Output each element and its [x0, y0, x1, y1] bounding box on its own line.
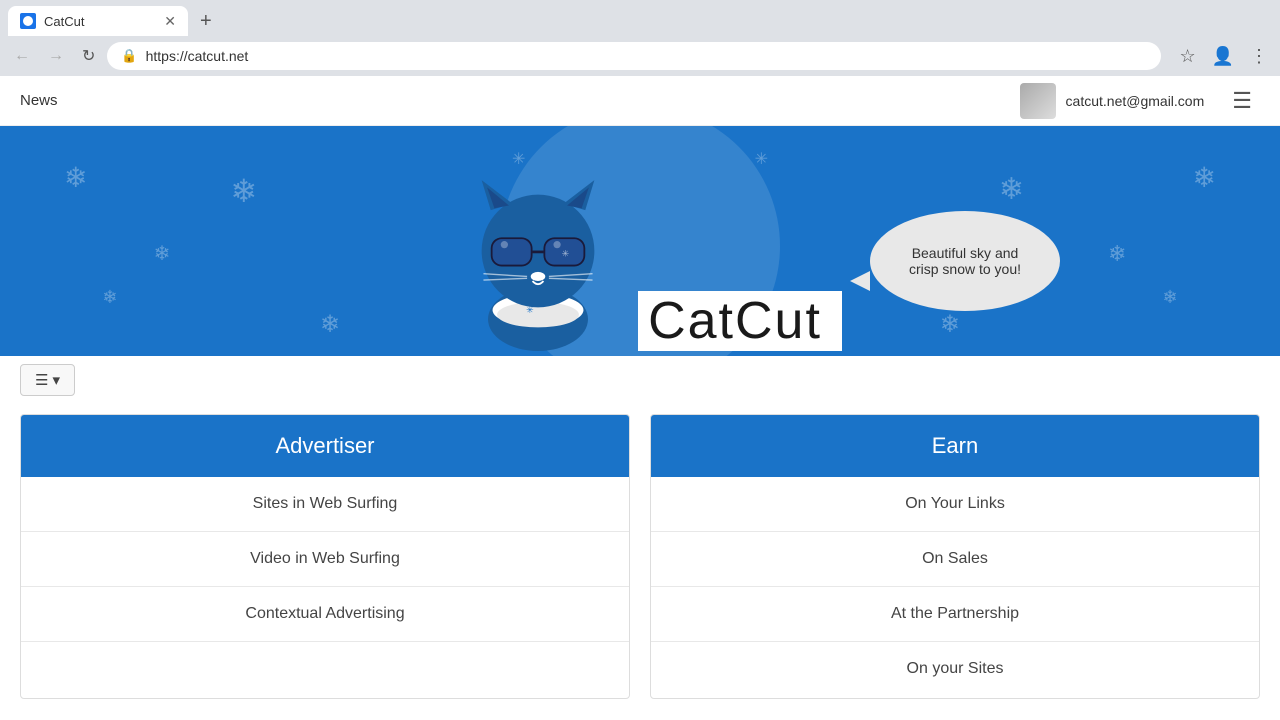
- snowflake: ❄: [940, 310, 960, 339]
- snowflake: ❄: [154, 241, 171, 266]
- forward-button[interactable]: →: [42, 43, 70, 69]
- cat-logo: ✳ ✳: [438, 151, 638, 351]
- tab-title: CatCut: [44, 14, 84, 29]
- snowflake: ❄: [1108, 241, 1126, 267]
- nav-user-area: catcut.net@gmail.com ☰: [1020, 83, 1260, 119]
- user-email: catcut.net@gmail.com: [1066, 93, 1205, 109]
- active-tab[interactable]: CatCut ✕: [8, 6, 188, 36]
- snowflake: ❄: [320, 310, 340, 339]
- advertiser-row-sites[interactable]: Sites in Web Surfing: [21, 477, 629, 532]
- advertiser-card-header: Advertiser: [21, 415, 629, 477]
- browser-chrome: CatCut ✕ + ← → ↻ 🔒 https://catcut.net ☆ …: [0, 0, 1280, 76]
- cat-svg: ✳ ✳: [438, 151, 638, 351]
- snowflake: ❄: [999, 172, 1024, 207]
- earn-row-sales-label: On Sales: [922, 550, 988, 567]
- snowflake: ❄: [64, 161, 87, 194]
- advertiser-card: Advertiser Sites in Web Surfing Video in…: [20, 414, 630, 699]
- advertiser-row-video-label: Video in Web Surfing: [250, 550, 400, 567]
- earn-row-links[interactable]: On Your Links: [651, 477, 1259, 532]
- advertiser-row-empty: [21, 642, 629, 698]
- back-button[interactable]: ←: [8, 43, 36, 69]
- new-tab-button[interactable]: +: [192, 8, 220, 35]
- svg-text:✳: ✳: [526, 305, 534, 315]
- bookmark-button[interactable]: ☆: [1175, 42, 1199, 71]
- speech-bubble-text: Beautiful sky and crisp snow to you!: [909, 245, 1021, 277]
- earn-row-partnership[interactable]: At the Partnership: [651, 587, 1259, 642]
- menu-bar: ☰ ▾: [0, 356, 1280, 404]
- nav-news-link[interactable]: News: [20, 92, 58, 109]
- hero-banner: ❄ ❄ ❄ ❄ ❄ ❄ ❄ ❄ ❄ ❄ ✳ ✳: [0, 126, 1280, 356]
- hamburger-menu-button[interactable]: ☰: [1224, 84, 1260, 118]
- earn-row-sites-label: On your Sites: [907, 660, 1004, 677]
- url-bar[interactable]: 🔒 https://catcut.net: [107, 42, 1161, 70]
- advertiser-row-contextual[interactable]: Contextual Advertising: [21, 587, 629, 642]
- url-text: https://catcut.net: [146, 48, 249, 64]
- earn-card: Earn On Your Links On Sales At the Partn…: [650, 414, 1260, 699]
- earn-row-sales[interactable]: On Sales: [651, 532, 1259, 587]
- menu-toggle-arrow: ▾: [52, 371, 60, 389]
- page-content: News catcut.net@gmail.com ☰ ❄ ❄ ❄ ❄ ❄ ❄ …: [0, 76, 1280, 720]
- address-icons: ☆ 👤 ⋮: [1175, 42, 1272, 71]
- avatar-image: [1020, 83, 1056, 119]
- advertiser-row-video[interactable]: Video in Web Surfing: [21, 532, 629, 587]
- lock-icon: 🔒: [121, 48, 137, 64]
- top-nav: News catcut.net@gmail.com ☰: [0, 76, 1280, 126]
- menu-toggle-button[interactable]: ☰ ▾: [20, 364, 75, 396]
- earn-row-links-label: On Your Links: [905, 495, 1005, 512]
- menu-button[interactable]: ⋮: [1246, 42, 1272, 71]
- tables-area: Advertiser Sites in Web Surfing Video in…: [0, 414, 1280, 699]
- brand-name: CatCut: [638, 291, 842, 351]
- tab-close-button[interactable]: ✕: [164, 13, 176, 30]
- svg-text:✳: ✳: [562, 248, 570, 258]
- earn-row-sites[interactable]: On your Sites: [651, 642, 1259, 696]
- menu-toggle-icon: ☰: [35, 371, 48, 389]
- earn-row-partnership-label: At the Partnership: [891, 605, 1019, 622]
- address-bar: ← → ↻ 🔒 https://catcut.net ☆ 👤 ⋮: [0, 36, 1280, 76]
- snowflake: ❄: [102, 287, 117, 308]
- profile-button[interactable]: 👤: [1208, 42, 1238, 71]
- avatar: [1020, 83, 1056, 119]
- hero-content: ✳ ✳ CatCut: [438, 131, 842, 351]
- snowflake: ❄: [1163, 287, 1178, 308]
- tab-favicon: [20, 13, 36, 29]
- earn-card-header: Earn: [651, 415, 1259, 477]
- tab-bar: CatCut ✕ +: [0, 0, 1280, 36]
- advertiser-row-sites-label: Sites in Web Surfing: [253, 495, 398, 512]
- reload-button[interactable]: ↻: [76, 42, 101, 70]
- snowflake: ❄: [1193, 161, 1216, 194]
- speech-bubble: Beautiful sky and crisp snow to you!: [870, 211, 1060, 311]
- advertiser-row-contextual-label: Contextual Advertising: [245, 605, 404, 622]
- snowflake: ❄: [230, 172, 257, 210]
